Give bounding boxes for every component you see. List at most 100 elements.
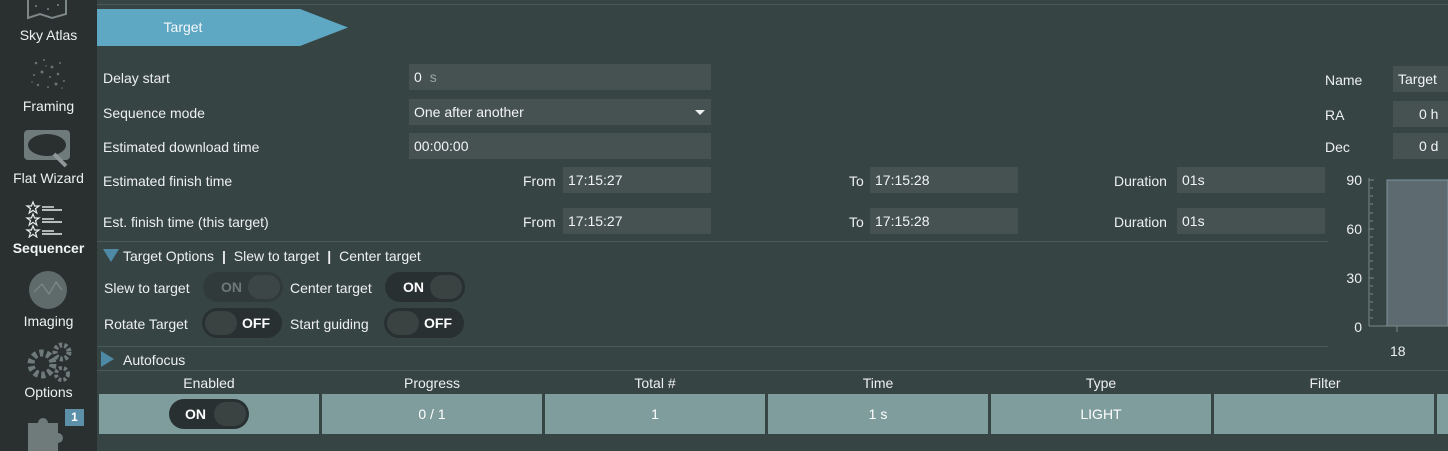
col-header-time[interactable]: Time xyxy=(768,375,988,391)
separator: | xyxy=(327,248,332,264)
target-ra-input[interactable]: 0 h xyxy=(1393,101,1448,127)
toggle-knob xyxy=(430,275,462,299)
nav-sequencer-label: Sequencer xyxy=(12,240,85,256)
nav-sky-atlas-label: Sky Atlas xyxy=(19,27,78,43)
est-finish-to-field: 17:15:28 xyxy=(870,167,1018,193)
delay-start-input[interactable]: 0s xyxy=(409,64,711,90)
target-ra-label: RA xyxy=(1325,107,1345,123)
flat-wizard-icon xyxy=(24,130,70,168)
autofocus-header[interactable]: Autofocus xyxy=(123,352,185,368)
plugins-icon[interactable] xyxy=(24,413,68,451)
est-finish-duration-field: 01s xyxy=(1177,167,1325,193)
chevron-down-icon xyxy=(695,110,705,115)
col-header-enabled[interactable]: Enabled xyxy=(99,375,319,391)
table-divider xyxy=(97,370,1448,371)
sequence-mode-label: Sequence mode xyxy=(103,105,205,121)
target-options-divider xyxy=(97,241,1328,242)
center-target-toggle[interactable]: ON xyxy=(385,272,465,302)
col-header-progress[interactable]: Progress xyxy=(322,375,542,391)
target-dec-label: Dec xyxy=(1325,139,1350,155)
plugin-count-badge: 1 xyxy=(65,409,84,426)
slew-summary: Slew to target xyxy=(233,248,320,264)
col-header-filter[interactable]: Filter xyxy=(1214,375,1436,391)
cell-time[interactable]: 1 s xyxy=(768,394,988,434)
target-dec-input[interactable]: 0 d xyxy=(1393,133,1448,159)
separator: | xyxy=(221,248,226,264)
col-header-type[interactable]: Type xyxy=(991,375,1211,391)
est-download-field: 00:00:00 xyxy=(409,133,711,159)
est-finish-from-field: 17:15:27 xyxy=(563,167,711,193)
est-target-to-field: 17:15:28 xyxy=(870,208,1018,234)
rotate-target-toggle[interactable]: OFF xyxy=(202,308,282,338)
toggle-state: ON xyxy=(185,406,206,422)
nav-options[interactable]: Options xyxy=(0,342,97,400)
exposure-enabled-toggle[interactable]: ON xyxy=(169,399,249,429)
x-tick-label: 18 xyxy=(1390,343,1406,359)
est-target-from-label: From xyxy=(523,214,556,230)
cell-progress: 0 / 1 xyxy=(322,394,542,434)
sky-atlas-icon xyxy=(27,0,67,20)
top-divider xyxy=(97,4,1448,5)
toggle-state: ON xyxy=(221,279,242,295)
start-guiding-toggle[interactable]: OFF xyxy=(384,308,464,338)
options-icon xyxy=(27,342,72,382)
est-finish-to-label: To xyxy=(849,173,864,189)
y-tick-label: 0 xyxy=(1354,319,1362,335)
toggle-state: ON xyxy=(403,279,424,295)
est-target-from-field: 17:15:27 xyxy=(563,208,711,234)
delay-start-value: 0 xyxy=(414,69,422,85)
target-name-input[interactable]: Target xyxy=(1393,66,1448,92)
target-options-header[interactable]: Target Options | Slew to target | Center… xyxy=(123,248,421,264)
slew-to-target-label: Slew to target xyxy=(104,280,190,296)
altitude-plot xyxy=(1368,178,1448,332)
est-finish-duration-label: Duration xyxy=(1114,173,1167,189)
cell-total[interactable]: 1 xyxy=(545,394,765,434)
cell-filter[interactable] xyxy=(1214,394,1434,434)
toggle-knob xyxy=(205,311,237,335)
y-tick-label: 90 xyxy=(1346,172,1362,188)
delay-start-unit: s xyxy=(429,69,437,85)
toggle-knob xyxy=(214,402,246,426)
nav-flat-wizard[interactable]: Flat Wizard xyxy=(0,128,97,186)
nav-imaging-label: Imaging xyxy=(23,313,74,329)
center-summary: Center target xyxy=(339,248,421,264)
nav-imaging[interactable]: Imaging xyxy=(0,270,97,329)
nav-sequencer[interactable]: Sequencer xyxy=(0,198,97,256)
est-finish-label: Estimated finish time xyxy=(103,173,233,189)
sequencer-icon xyxy=(25,200,62,238)
center-target-label: Center target xyxy=(290,280,372,296)
autofocus-divider xyxy=(97,346,1328,347)
start-guiding-label: Start guiding xyxy=(290,316,369,332)
nav-options-label: Options xyxy=(24,384,73,400)
rotate-target-label: Rotate Target xyxy=(104,316,188,332)
col-header-total[interactable]: Total # xyxy=(545,375,765,391)
nav-flat-wizard-label: Flat Wizard xyxy=(13,170,84,186)
est-finish-target-label: Est. finish time (this target) xyxy=(103,214,269,230)
target-options-title: Target Options xyxy=(123,248,215,264)
est-target-duration-label: Duration xyxy=(1114,214,1167,230)
nav-framing-label: Framing xyxy=(22,98,75,114)
target-name-label: Name xyxy=(1325,72,1363,88)
sidebar: Sky Atlas Framing Flat Wizard Sequencer … xyxy=(0,0,97,451)
cell-next[interactable] xyxy=(1437,394,1448,434)
slew-to-target-toggle[interactable]: ON xyxy=(203,272,283,302)
est-target-to-label: To xyxy=(849,214,864,230)
toggle-state: OFF xyxy=(242,315,270,331)
y-tick-label: 30 xyxy=(1346,270,1362,286)
toggle-knob xyxy=(248,275,280,299)
target-tab-label: Target xyxy=(163,19,203,35)
nav-sky-atlas[interactable]: Sky Atlas xyxy=(0,0,97,44)
cell-type[interactable]: LIGHT xyxy=(991,394,1211,434)
sequence-mode-select[interactable]: One after another xyxy=(409,99,711,125)
expand-triangle-icon[interactable] xyxy=(101,351,114,367)
sequencer-panel: Target Delay start Sequence mode Estimat… xyxy=(97,0,1448,451)
collapse-triangle-icon[interactable] xyxy=(103,249,119,262)
sequence-mode-value: One after another xyxy=(414,104,524,120)
y-tick-label: 60 xyxy=(1346,221,1362,237)
toggle-knob xyxy=(387,311,419,335)
est-target-duration-field: 01s xyxy=(1177,208,1325,234)
cell-enabled: ON xyxy=(99,394,319,434)
altitude-area xyxy=(1386,179,1448,327)
nav-framing[interactable]: Framing xyxy=(0,55,97,115)
est-finish-from-label: From xyxy=(523,173,556,189)
